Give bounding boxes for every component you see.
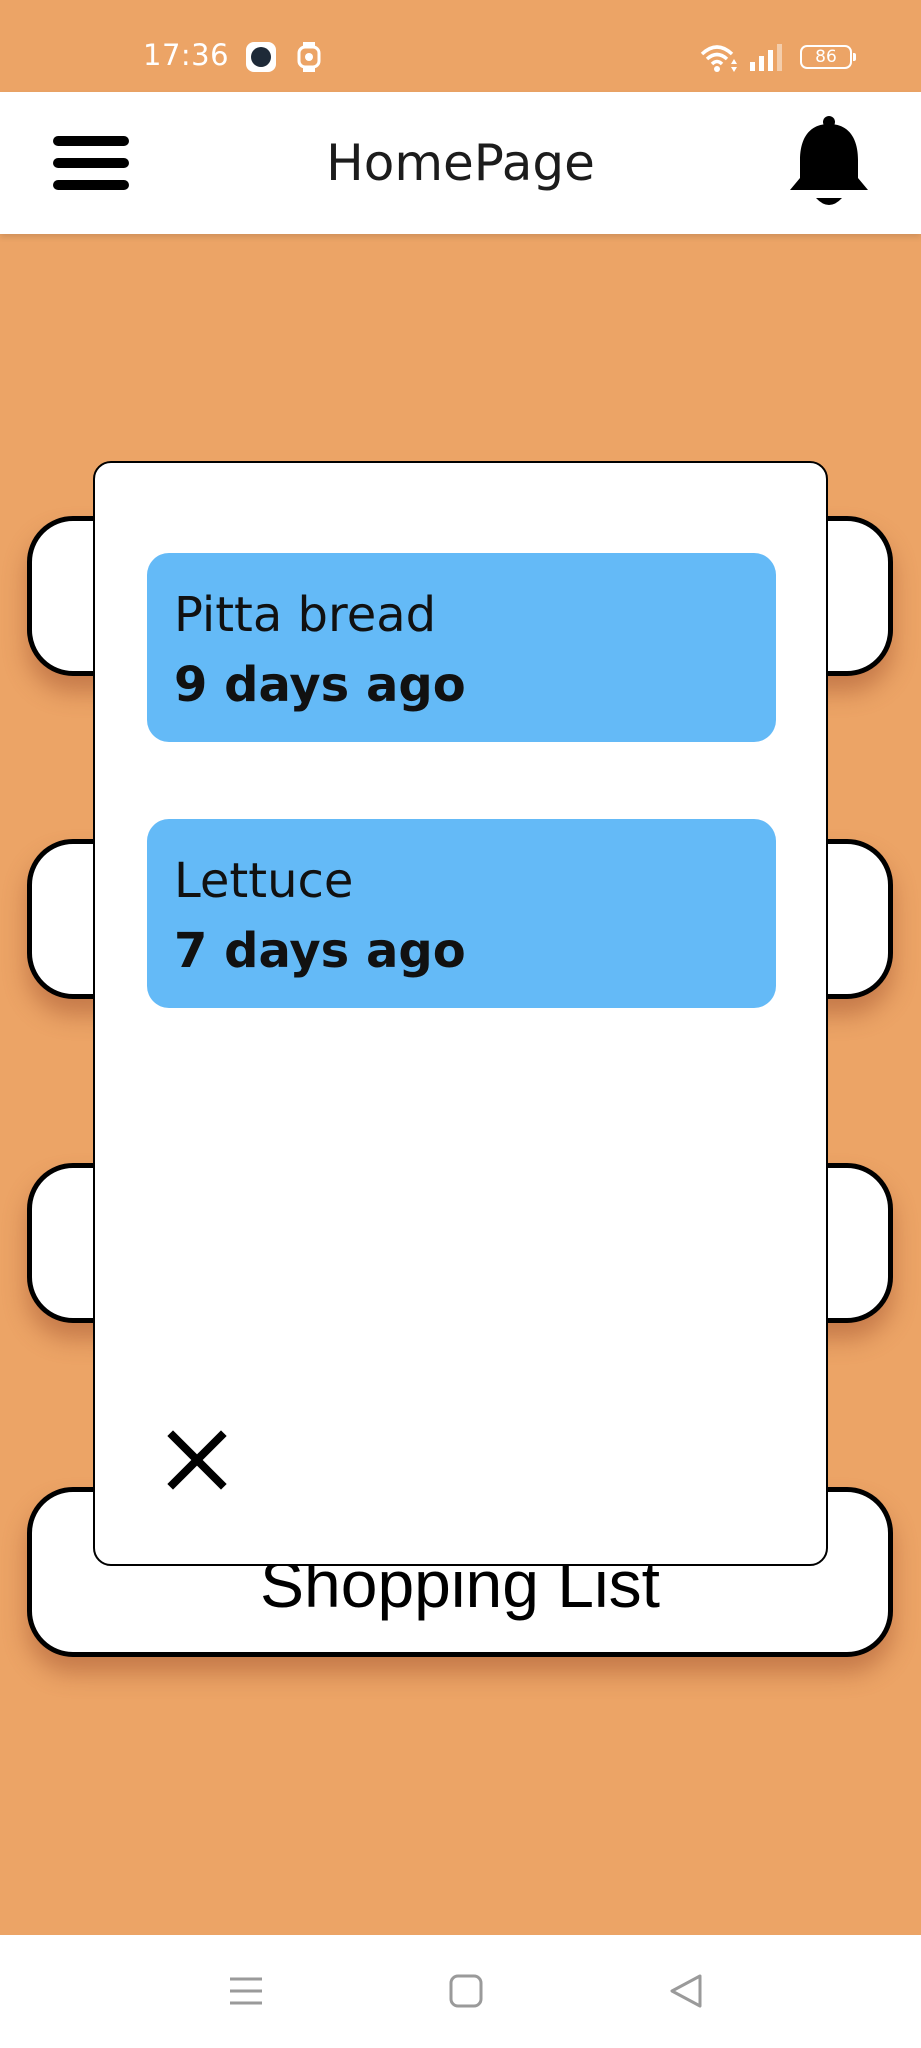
item-card[interactable]: Lettuce 7 days ago (147, 819, 776, 1008)
home-icon[interactable] (446, 1971, 486, 2011)
item-age: 7 days ago (174, 923, 466, 979)
item-name: Lettuce (174, 853, 354, 909)
bell-icon[interactable] (786, 116, 872, 212)
battery-level: 86 (815, 47, 837, 67)
signal-icon (750, 44, 782, 71)
item-card[interactable]: Pitta bread 9 days ago (147, 553, 776, 742)
app-header: HomePage (0, 92, 921, 234)
app-notification-icon (246, 42, 276, 72)
item-name: Pitta bread (174, 587, 437, 643)
watch-icon (297, 42, 321, 72)
page-title: HomePage (326, 134, 595, 192)
recent-apps-icon[interactable] (226, 1971, 266, 2011)
status-time: 17:36 (143, 38, 230, 72)
wifi-icon (700, 45, 737, 72)
back-icon[interactable] (666, 1971, 706, 2011)
expiring-items-modal: Pitta bread 9 days ago Lettuce 7 days ag… (93, 461, 828, 1566)
system-nav-bar (0, 1935, 921, 2048)
close-icon[interactable] (165, 1428, 229, 1492)
status-bar: 17:36 86 (0, 0, 921, 92)
item-age: 9 days ago (174, 657, 466, 713)
battery-icon: 86 (800, 45, 856, 69)
